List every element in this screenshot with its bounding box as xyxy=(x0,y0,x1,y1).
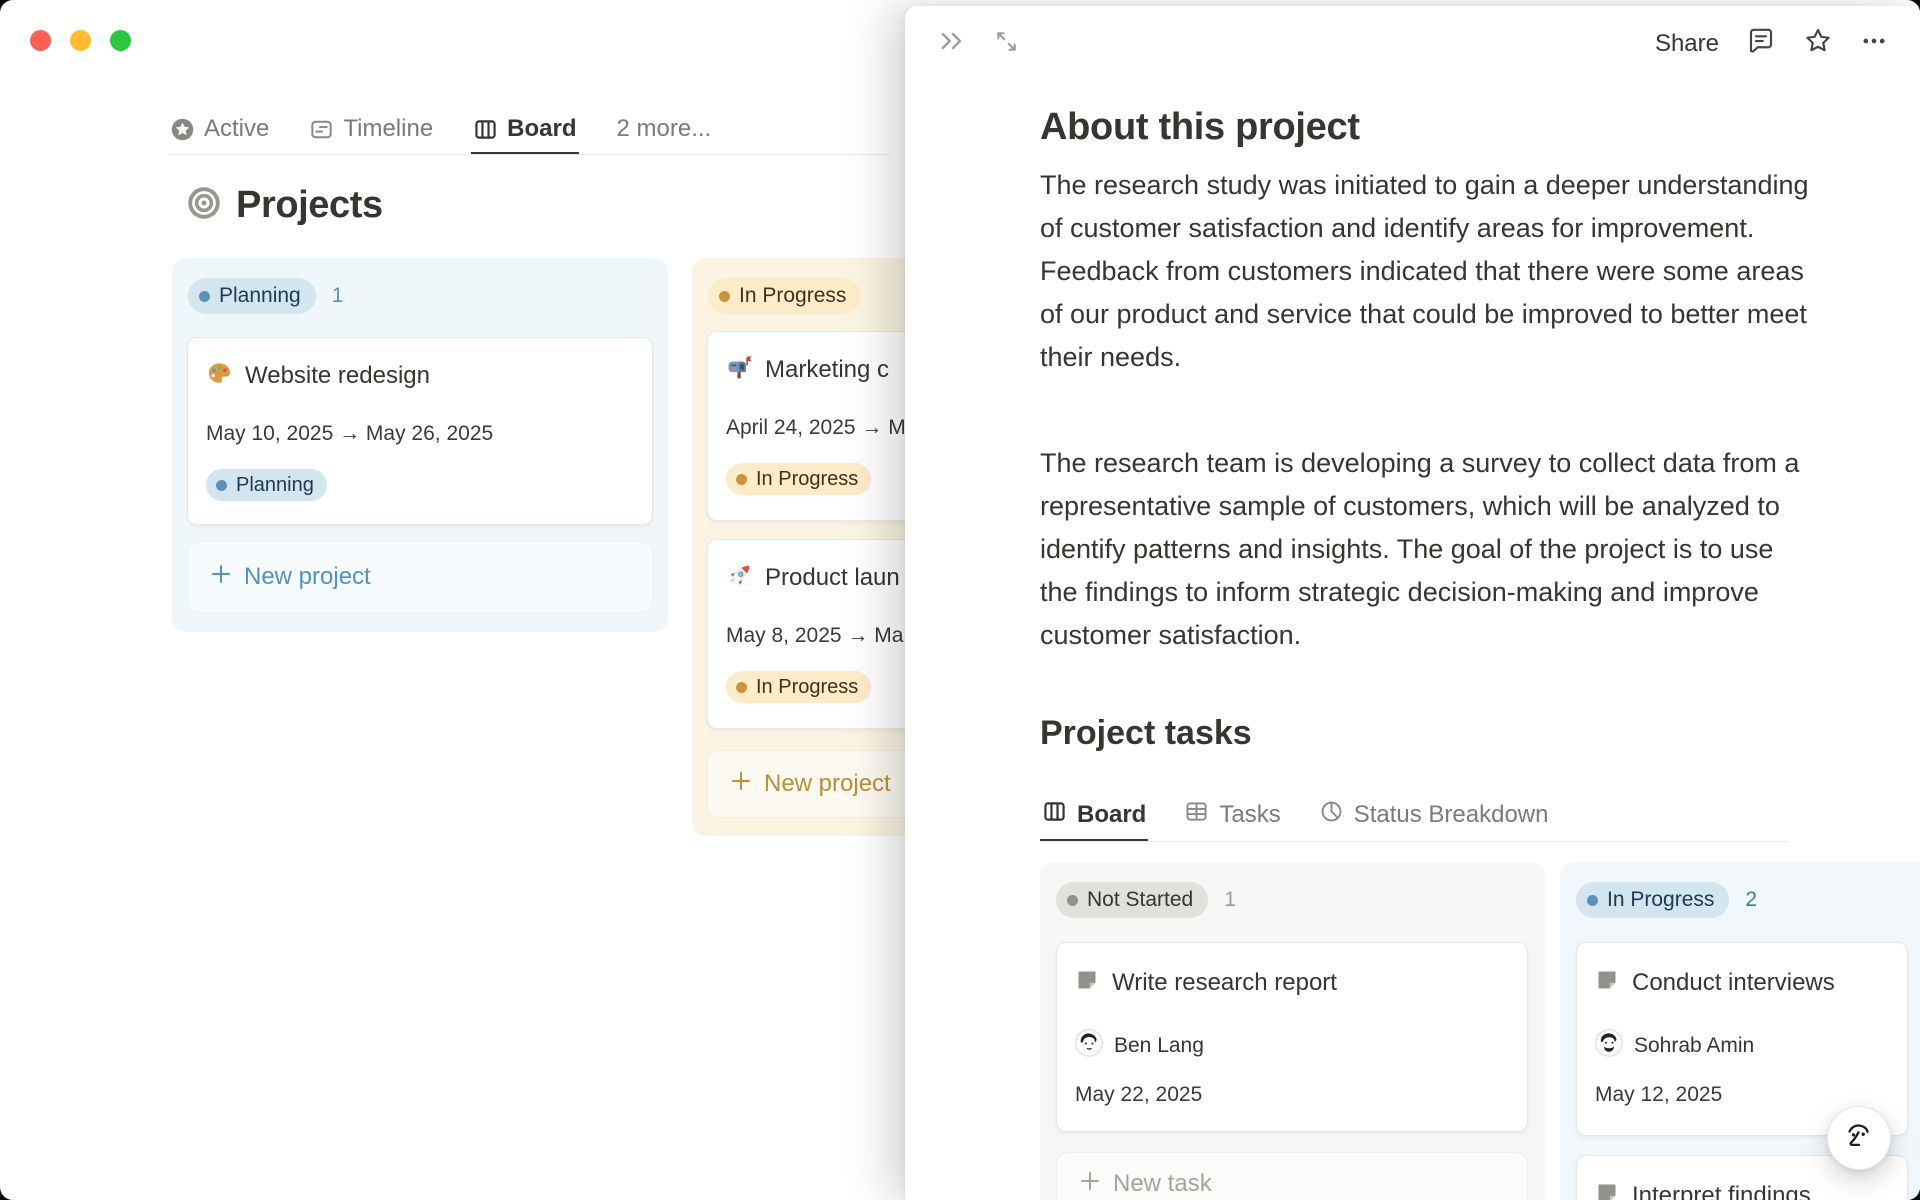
avatar-ben-lang xyxy=(1075,1029,1103,1063)
column-header: Not Started 1 xyxy=(1056,882,1236,918)
about-paragraph-2: The research team is developing a survey… xyxy=(1040,448,1800,650)
palette-icon xyxy=(206,360,233,392)
share-button[interactable]: Share xyxy=(1655,30,1719,58)
card-dates: April 24, 2025 → M xyxy=(726,416,906,439)
window-controls xyxy=(30,30,131,51)
column-count: 1 xyxy=(331,284,344,307)
tab-label: Active xyxy=(204,115,270,142)
zoom-window-button[interactable] xyxy=(110,30,131,51)
card-title: Website redesign xyxy=(245,362,430,389)
card-dates: May 10, 2025 → May 26, 2025 xyxy=(206,422,494,445)
notion-ai-face-icon xyxy=(1839,1116,1879,1161)
database-view-tabs: Active Timeline Board 2 more... xyxy=(168,106,713,155)
tab-tasks-table[interactable]: Tasks xyxy=(1182,790,1282,842)
tasks-tabs-divider xyxy=(1040,841,1788,842)
avatar-sohrab-amin xyxy=(1595,1029,1623,1063)
card-date: May 12, 2025 xyxy=(1595,1083,1723,1106)
plus-icon xyxy=(210,563,232,592)
status-dot xyxy=(1067,894,1078,906)
card-assignee: Ben Lang xyxy=(1075,1029,1204,1063)
close-window-button[interactable] xyxy=(30,30,51,51)
new-project-button[interactable]: New project xyxy=(187,541,653,613)
card-status: In Progress xyxy=(726,671,872,703)
target-icon xyxy=(186,185,222,226)
card-assignee: Sohrab Amin xyxy=(1595,1029,1754,1063)
column-header: In Progress xyxy=(708,278,862,314)
status-pill-planning[interactable]: Planning xyxy=(188,278,316,314)
ellipsis-icon xyxy=(1860,38,1888,59)
column-header: In Progress 2 xyxy=(1576,882,1757,918)
column-header: Planning 1 xyxy=(188,278,343,314)
tab-timeline[interactable]: Timeline xyxy=(307,106,435,155)
tab-board[interactable]: Board xyxy=(471,106,579,155)
tab-label: 2 more... xyxy=(616,115,712,142)
panel-toolbar-right: Share xyxy=(1655,26,1888,61)
expand-page-button[interactable] xyxy=(993,28,1020,60)
tab-more-views[interactable]: 2 more... xyxy=(615,106,714,155)
star-icon xyxy=(1803,28,1833,60)
about-paragraph-1: The research study was initiated to gain… xyxy=(1040,170,1809,372)
page-icon xyxy=(1595,1181,1619,1200)
status-pill-in-progress[interactable]: In Progress xyxy=(1576,882,1730,918)
tab-label: Timeline xyxy=(343,115,434,142)
minimize-window-button[interactable] xyxy=(70,30,91,51)
mailbox-icon xyxy=(726,354,753,386)
notion-ai-button[interactable] xyxy=(1827,1106,1891,1170)
app-window: Active Timeline Board 2 more... Projects… xyxy=(0,0,1920,1200)
tab-tasks-board[interactable]: Board xyxy=(1040,790,1149,842)
pie-chart-icon xyxy=(1319,799,1344,831)
tabs-divider xyxy=(168,154,890,155)
card-dates: May 8, 2025 → Ma xyxy=(726,624,904,647)
about-heading: About this project xyxy=(1040,106,1360,148)
card-title: Marketing c xyxy=(765,356,890,383)
screen: Active Timeline Board 2 more... Projects… xyxy=(0,0,1920,1200)
board-icon xyxy=(1042,799,1067,831)
plus-icon xyxy=(1079,1170,1101,1199)
page-title-text: Projects xyxy=(236,184,383,226)
card-status: In Progress xyxy=(726,463,872,495)
column-count: 2 xyxy=(1745,888,1758,911)
card-title: Write research report xyxy=(1112,968,1337,996)
double-chevron-right-icon xyxy=(938,32,968,58)
timeline-icon xyxy=(309,117,334,142)
board-column-planning: Planning 1 Website redesign May 10, 2025… xyxy=(172,258,668,632)
tab-label: Board xyxy=(507,115,577,142)
plus-icon xyxy=(730,770,752,799)
card-status: Planning xyxy=(206,469,327,501)
status-dot xyxy=(719,290,730,302)
comment-icon xyxy=(1746,28,1776,60)
board-icon xyxy=(473,117,498,142)
page-icon xyxy=(1075,968,1099,997)
expand-icon xyxy=(993,32,1020,59)
card-title: Conduct interviews xyxy=(1632,968,1835,996)
tasks-column-not-started: Not Started 1 Write research report Ben … xyxy=(1040,862,1545,1200)
page-title: Projects xyxy=(186,184,383,227)
close-side-peek-button[interactable] xyxy=(938,28,968,59)
favorite-button[interactable] xyxy=(1803,26,1833,61)
tab-status-breakdown[interactable]: Status Breakdown xyxy=(1317,790,1551,842)
table-icon xyxy=(1184,799,1209,831)
more-options-button[interactable] xyxy=(1860,27,1888,60)
comments-button[interactable] xyxy=(1746,26,1776,61)
card-title: Product laun xyxy=(765,564,900,591)
card-title: Interpret findings xyxy=(1632,1181,1811,1200)
star-badge-icon xyxy=(170,117,195,142)
new-task-button[interactable]: New task xyxy=(1056,1152,1528,1200)
tasks-view-tabs: Board Tasks Status Breakdown xyxy=(1040,790,1550,842)
tab-active[interactable]: Active xyxy=(168,106,271,155)
status-dot xyxy=(1587,894,1598,906)
task-card-write-research-report[interactable]: Write research report Ben Lang May 22, 2… xyxy=(1056,942,1528,1132)
status-pill-in-progress[interactable]: In Progress xyxy=(708,278,862,314)
column-count: 1 xyxy=(1224,888,1236,911)
project-card-website-redesign[interactable]: Website redesign May 10, 2025 → May 26, … xyxy=(187,337,653,525)
side-peek-panel: Share About this project The research st… xyxy=(905,6,1920,1200)
card-date: May 22, 2025 xyxy=(1075,1083,1203,1106)
page-icon xyxy=(1595,968,1619,997)
status-pill-not-started[interactable]: Not Started xyxy=(1056,882,1209,918)
status-dot xyxy=(199,290,210,302)
project-tasks-heading: Project tasks xyxy=(1040,714,1252,752)
rocket-icon xyxy=(726,562,753,594)
